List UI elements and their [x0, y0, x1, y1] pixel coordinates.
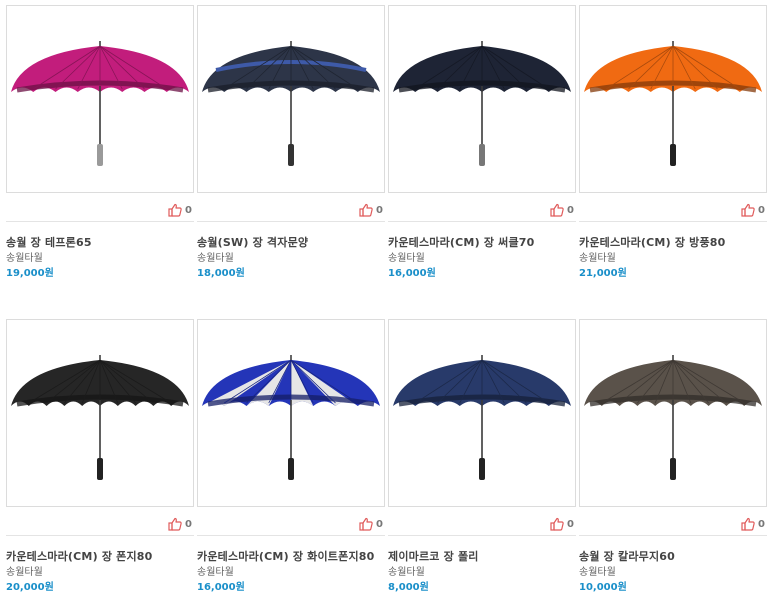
product-name[interactable]: 송월 장 테프론65 [6, 234, 92, 250]
like-button[interactable]: 0 [741, 202, 765, 218]
product-image[interactable] [579, 5, 767, 193]
like-button[interactable]: 0 [168, 516, 192, 532]
umbrella-image [584, 355, 762, 480]
divider [6, 535, 194, 536]
product-name[interactable]: 카운테스마라(CM) 장 써클70 [388, 234, 535, 250]
product-brand: 송월타월 [6, 253, 43, 264]
umbrella-image [393, 41, 571, 166]
divider [6, 221, 194, 222]
product-image[interactable] [388, 5, 576, 193]
like-button[interactable]: 0 [741, 516, 765, 532]
product-brand: 송월타월 [197, 253, 234, 264]
like-count: 0 [185, 204, 192, 216]
product-price: 19,000원 [6, 268, 54, 279]
like-button[interactable]: 0 [359, 202, 383, 218]
product-brand: 송월타월 [6, 567, 43, 578]
product-price: 16,000원 [388, 268, 436, 279]
divider [197, 221, 385, 222]
product-brand: 송월타월 [579, 253, 616, 264]
product-image[interactable] [6, 5, 194, 193]
thumbs-up-icon [359, 203, 373, 217]
like-button[interactable]: 0 [550, 516, 574, 532]
like-count: 0 [185, 518, 192, 530]
like-button[interactable]: 0 [168, 202, 192, 218]
product-image[interactable] [6, 319, 194, 507]
like-button[interactable]: 0 [550, 202, 574, 218]
product-brand: 송월타월 [388, 567, 425, 578]
like-count: 0 [758, 204, 765, 216]
umbrella-image [393, 355, 571, 480]
product-image[interactable] [579, 319, 767, 507]
product-brand: 송월타월 [579, 567, 616, 578]
thumbs-up-icon [741, 203, 755, 217]
umbrella-image [11, 41, 189, 166]
like-count: 0 [376, 518, 383, 530]
divider [388, 535, 576, 536]
product-brand: 송월타월 [197, 567, 234, 578]
product-grid-page: { "products": [ {"name":"송월 장 테프론65","br… [0, 0, 773, 599]
like-button[interactable]: 0 [359, 516, 383, 532]
like-count: 0 [567, 518, 574, 530]
umbrella-image [202, 355, 380, 480]
product-name[interactable]: 송월 장 칼라무지60 [579, 548, 675, 564]
like-count: 0 [758, 518, 765, 530]
divider [579, 535, 767, 536]
product-name[interactable]: 카운테스마라(CM) 장 화이트폰지80 [197, 548, 374, 564]
product-price: 20,000원 [6, 582, 54, 593]
product-image[interactable] [197, 5, 385, 193]
product-image[interactable] [197, 319, 385, 507]
divider [388, 221, 576, 222]
product-brand: 송월타월 [388, 253, 425, 264]
product-name[interactable]: 송월(SW) 장 격자문양 [197, 234, 308, 250]
product-price: 10,000원 [579, 582, 627, 593]
like-count: 0 [567, 204, 574, 216]
product-name[interactable]: 카운테스마라(CM) 장 방풍80 [579, 234, 726, 250]
thumbs-up-icon [550, 517, 564, 531]
divider [579, 221, 767, 222]
product-price: 18,000원 [197, 268, 245, 279]
thumbs-up-icon [168, 517, 182, 531]
like-count: 0 [376, 204, 383, 216]
product-price: 8,000원 [388, 582, 429, 593]
product-name[interactable]: 제이마르코 장 폴리 [388, 548, 479, 564]
product-price: 16,000원 [197, 582, 245, 593]
thumbs-up-icon [168, 203, 182, 217]
product-price: 21,000원 [579, 268, 627, 279]
thumbs-up-icon [359, 517, 373, 531]
umbrella-image [202, 41, 380, 166]
product-name[interactable]: 카운테스마라(CM) 장 폰지80 [6, 548, 153, 564]
umbrella-image [584, 41, 762, 166]
thumbs-up-icon [550, 203, 564, 217]
product-image[interactable] [388, 319, 576, 507]
divider [197, 535, 385, 536]
thumbs-up-icon [741, 517, 755, 531]
umbrella-image [11, 355, 189, 480]
